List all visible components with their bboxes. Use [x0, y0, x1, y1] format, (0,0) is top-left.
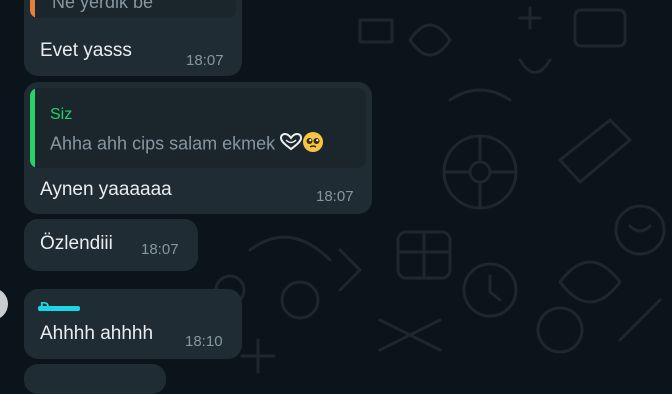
- message-text: Özlendiii: [40, 233, 113, 254]
- hand-heart-icon: [280, 132, 303, 156]
- message-timestamp: 18:07: [316, 188, 354, 205]
- message-timestamp: 18:07: [141, 241, 179, 258]
- message-text: Ahhhh ahhhh: [40, 323, 154, 344]
- redaction-mark: [38, 306, 80, 311]
- quote-accent-bar: [30, 0, 35, 18]
- quote-text-content: Ahha ahh cips salam ekmek: [50, 133, 276, 154]
- message-bubble[interactable]: D Ahhhh ahhhh 18:10: [24, 289, 242, 359]
- message-bubble[interactable]: Siz Ahha ahh cips salam ekmek Aynen yaaa…: [24, 82, 372, 214]
- message-timestamp: 18:10: [185, 333, 223, 350]
- message-bubble-partial[interactable]: [24, 364, 166, 394]
- quote-accent-bar: [30, 88, 35, 168]
- quote-author: Siz: [50, 106, 73, 123]
- quote-text: Ahha ahh cips salam ekmek: [50, 131, 324, 158]
- message-text: Evet yasss: [40, 40, 132, 61]
- message-bubble[interactable]: Özlendiii 18:07: [24, 219, 198, 271]
- message-bubble[interactable]: Ne yerdik be Evet yasss 18:07: [24, 0, 242, 76]
- quoted-message[interactable]: Ne yerdik be: [30, 0, 236, 18]
- quoted-message[interactable]: Siz Ahha ahh cips salam ekmek: [30, 88, 366, 168]
- message-timestamp: 18:07: [186, 52, 224, 69]
- message-text: Aynen yaaaaaa: [40, 179, 172, 200]
- pleading-face-icon: [302, 131, 324, 158]
- quote-text: Ne yerdik be: [52, 0, 154, 12]
